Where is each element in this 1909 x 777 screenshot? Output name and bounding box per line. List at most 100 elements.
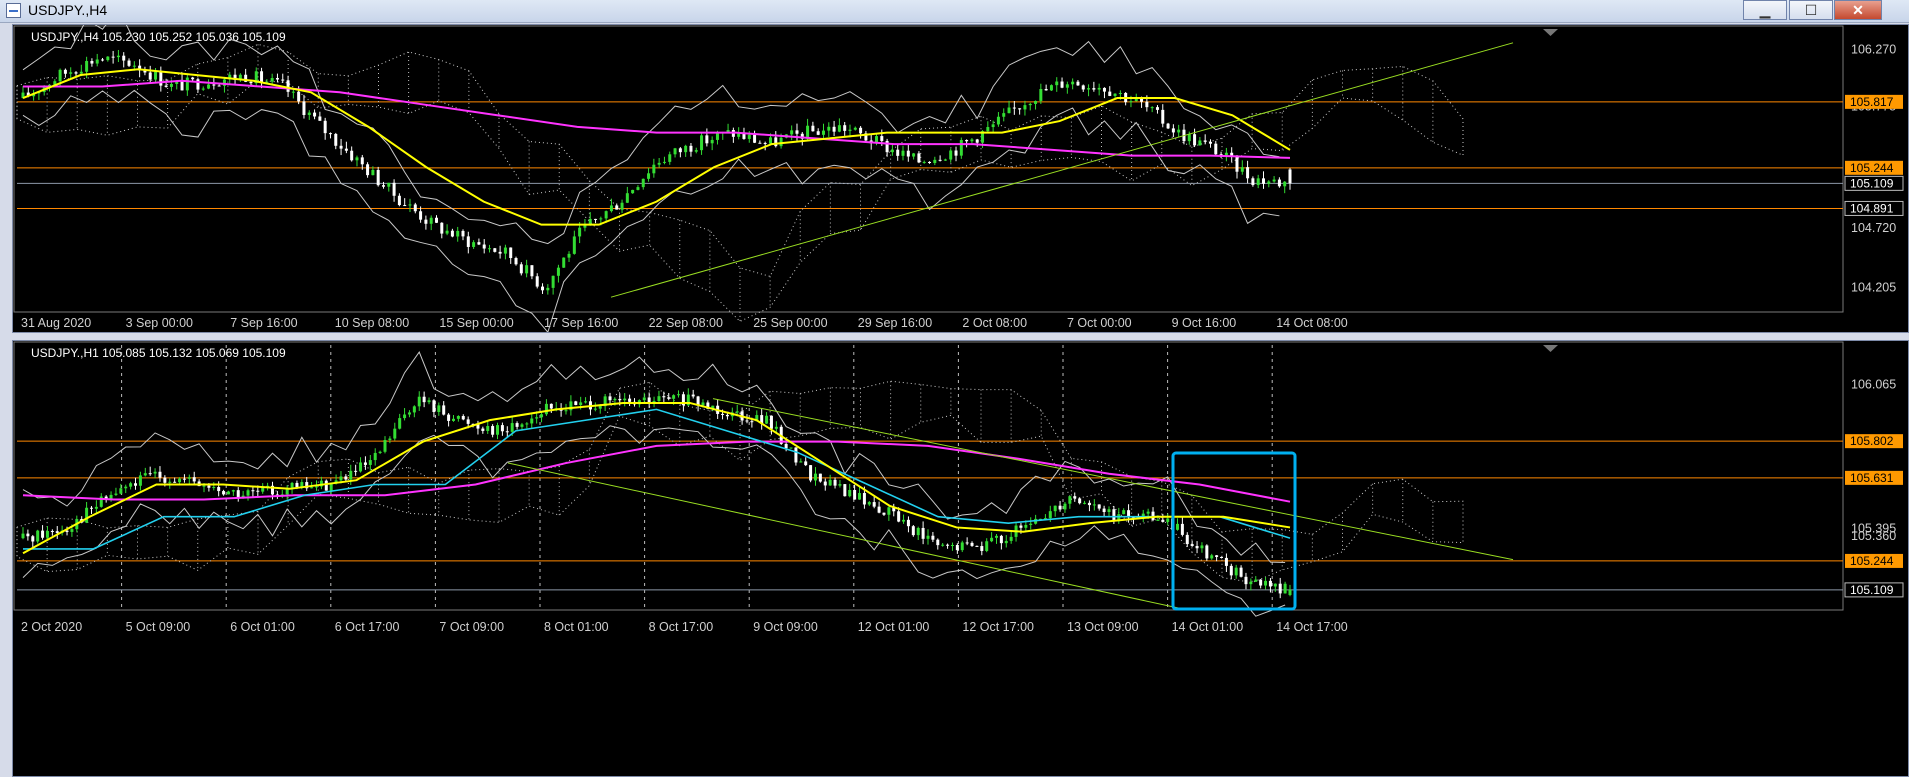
h1-candle-body	[833, 479, 837, 486]
h4-candle-body	[1108, 91, 1112, 96]
h1-candle-body	[672, 395, 676, 399]
h4-candle-body	[217, 85, 221, 87]
h1-candle-body	[515, 423, 519, 427]
h1-candle-body	[970, 542, 974, 546]
h1-candle-body	[1244, 576, 1248, 585]
h1-candle-body	[911, 526, 915, 536]
h4-candle-body	[307, 112, 311, 115]
h1-candle-body	[383, 440, 387, 452]
h1-candle-body	[447, 414, 451, 421]
h1-candle-body	[628, 398, 632, 402]
h4-candle-body	[1034, 100, 1038, 104]
h1-candle-body	[231, 490, 235, 492]
h1-candle-body	[45, 530, 49, 538]
h1-candle-body	[1229, 565, 1233, 576]
h4-candle-body	[991, 124, 995, 128]
maximize-button[interactable]: ☐	[1789, 0, 1833, 20]
h4-candle-body	[69, 72, 73, 74]
h4-candle-body	[1235, 155, 1239, 172]
h4-candle-body	[291, 91, 295, 93]
h1-time-label: 12 Oct 17:00	[962, 620, 1034, 634]
h1-candle-body	[544, 403, 548, 415]
h4-candle-body	[790, 130, 794, 135]
h4-level-tag-text: 105.817	[1850, 95, 1894, 109]
h4-chart-window[interactable]: USDJPY.,H4 105.230 105.252 105.036 105.1…	[12, 24, 1909, 333]
h4-candle-body	[95, 59, 99, 64]
h1-candle-body	[456, 416, 460, 419]
h1-candle-body	[496, 425, 500, 435]
h1-candle-body	[818, 473, 822, 482]
h4-shift-marker-icon[interactable]	[1543, 29, 1558, 36]
h4-candle-body	[503, 247, 507, 254]
h4-candle-body	[949, 150, 953, 160]
h4-candle-body	[1002, 113, 1006, 117]
h4-candle-body	[1256, 178, 1260, 186]
h1-candle-body	[178, 478, 182, 483]
h1-candle-body	[579, 402, 583, 405]
h1-candle-body	[246, 490, 250, 496]
close-button[interactable]: ✕	[1834, 0, 1882, 20]
h1-candle-body	[1278, 583, 1282, 594]
h4-candle-body	[519, 264, 523, 274]
h1-candle-body	[608, 396, 612, 401]
h4-candle-body	[350, 150, 354, 161]
h1-candle-body	[1205, 545, 1209, 559]
h4-candle-body	[567, 253, 571, 258]
h1-candle-body	[403, 414, 407, 419]
h4-candle-body	[965, 140, 969, 142]
h1-candle-body	[359, 462, 363, 472]
h1-candle-body	[1254, 579, 1258, 582]
h4-candle-body	[482, 244, 486, 249]
h1-candle-body	[813, 473, 817, 481]
h1-candle-body	[451, 418, 455, 421]
h4-candle-body	[1060, 81, 1064, 88]
h1-candle-body	[1058, 505, 1062, 510]
h4-price-label: 104.205	[1851, 280, 1896, 294]
h4-candle-body	[678, 148, 682, 153]
h4-candle-body	[79, 71, 83, 74]
h4-candle-body	[843, 125, 847, 131]
h4-candle-body	[1288, 169, 1292, 184]
h1-candle-body	[182, 478, 186, 480]
h1-candle-body	[222, 491, 226, 495]
h4-candle-body	[122, 55, 126, 61]
h1-candle-body	[1200, 545, 1204, 549]
h1-candle-body	[143, 473, 147, 476]
h4-candle-body	[1283, 181, 1287, 187]
h4-candle-body	[684, 145, 688, 153]
h1-candle-body	[662, 396, 666, 398]
h1-candle-body	[290, 482, 294, 488]
h4-candle-body	[615, 205, 619, 210]
h4-candle-body	[456, 230, 460, 237]
h1-candle-body	[109, 494, 113, 499]
h1-shift-marker-icon[interactable]	[1543, 345, 1558, 352]
h1-candle-body	[701, 402, 705, 406]
h4-candle-body	[434, 217, 438, 223]
h1-level-tag-text: 105.244	[1850, 554, 1894, 568]
h1-candle-body	[310, 487, 314, 489]
h1-candle-body	[21, 533, 25, 539]
h1-candle-body	[1019, 525, 1023, 528]
h1-candle-body	[799, 461, 803, 463]
h1-chart-window[interactable]: USDJPY.,H1 105.085 105.132 105.069 105.1…	[12, 340, 1909, 777]
h1-candle-body	[442, 405, 446, 415]
h4-candle-body	[753, 134, 757, 143]
h1-candle-body	[902, 519, 906, 522]
h1-candle-body	[540, 414, 544, 418]
h1-candle-body	[897, 511, 901, 522]
h4-candle-body	[1081, 85, 1085, 90]
h1-chart[interactable]: USDJPY.,H1 105.085 105.132 105.069 105.1…	[13, 341, 1909, 777]
minimize-button[interactable]: ▁	[1743, 0, 1787, 20]
h1-candle-body	[163, 477, 167, 483]
h4-candle-body	[1240, 167, 1244, 172]
h1-price-label: 105.360	[1851, 529, 1896, 543]
h4-chart[interactable]: USDJPY.,H4 105.230 105.252 105.036 105.1…	[13, 25, 1909, 333]
h1-candle-body	[119, 488, 123, 494]
h1-candle-body	[55, 531, 59, 533]
h4-candle-body	[132, 65, 136, 67]
chart-window-icon	[6, 3, 21, 18]
h4-candle-body	[461, 230, 465, 237]
h4-candle-body	[1261, 178, 1265, 184]
h1-candle-body	[593, 408, 597, 410]
h4-candle-body	[943, 159, 947, 161]
